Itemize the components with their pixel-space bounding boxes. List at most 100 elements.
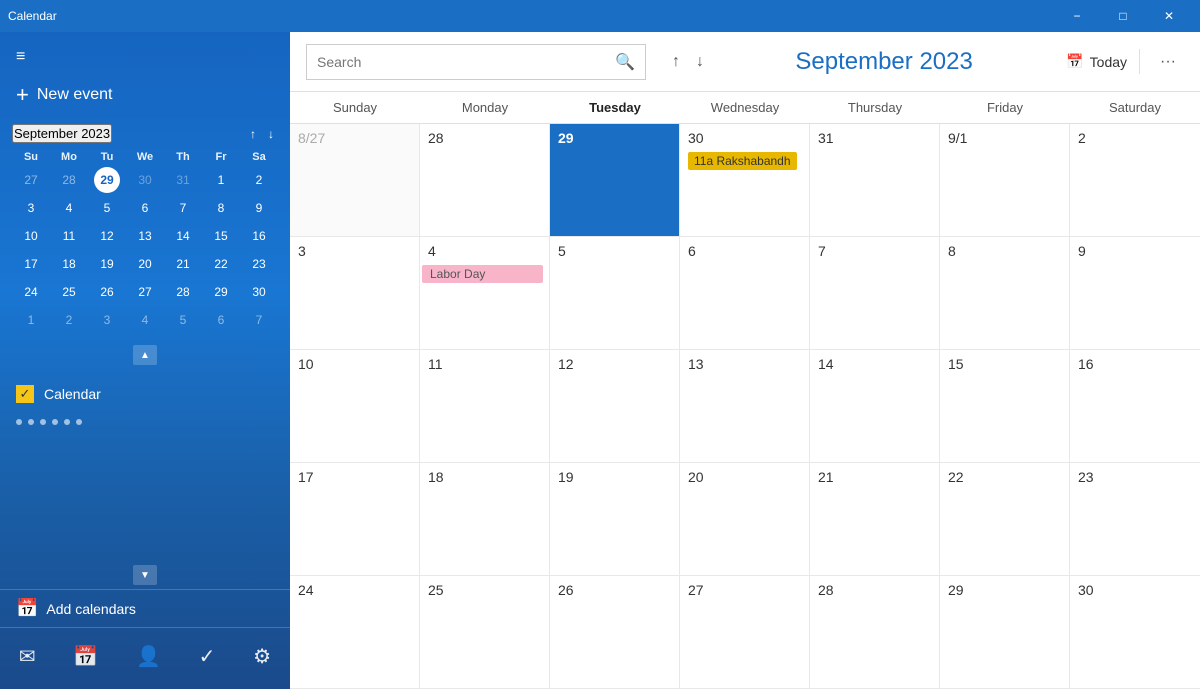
- mini-day[interactable]: 9: [246, 195, 272, 221]
- mini-prev-button[interactable]: ↑: [246, 125, 260, 143]
- cal-cell-30[interactable]: 30 11a Rakshabandh: [680, 124, 810, 237]
- cal-cell-21[interactable]: 21: [810, 463, 940, 576]
- mini-day[interactable]: 1: [208, 167, 234, 193]
- mini-day[interactable]: 19: [94, 251, 120, 277]
- mini-day[interactable]: 31: [170, 167, 196, 193]
- cal-cell-26[interactable]: 26: [550, 576, 680, 689]
- mini-next-button[interactable]: ↓: [264, 125, 278, 143]
- calendar-item[interactable]: ✓ Calendar: [16, 381, 274, 407]
- close-button[interactable]: ✕: [1146, 0, 1192, 32]
- mini-day[interactable]: 3: [18, 195, 44, 221]
- mini-day[interactable]: 21: [170, 251, 196, 277]
- mini-day[interactable]: 1: [18, 307, 44, 333]
- maximize-button[interactable]: □: [1100, 0, 1146, 32]
- mini-day[interactable]: 7: [170, 195, 196, 221]
- new-event-button[interactable]: + New event: [0, 74, 290, 116]
- cal-cell-13[interactable]: 13: [680, 350, 810, 463]
- mini-day[interactable]: 6: [132, 195, 158, 221]
- mini-day[interactable]: 23: [246, 251, 272, 277]
- cal-cell-8[interactable]: 8: [940, 237, 1070, 350]
- cal-cell-11[interactable]: 11: [420, 350, 550, 463]
- mini-day[interactable]: 25: [56, 279, 82, 305]
- mini-day[interactable]: 5: [170, 307, 196, 333]
- cal-cell-3[interactable]: 3: [290, 237, 420, 350]
- minimize-button[interactable]: −: [1054, 0, 1100, 32]
- cal-cell-23[interactable]: 23: [1070, 463, 1200, 576]
- settings-nav-button[interactable]: ⚙: [245, 636, 279, 677]
- cal-cell-14[interactable]: 14: [810, 350, 940, 463]
- mini-day[interactable]: 6: [208, 307, 234, 333]
- cal-cell-5[interactable]: 5: [550, 237, 680, 350]
- mini-day[interactable]: 17: [18, 251, 44, 277]
- next-month-button[interactable]: ↓: [690, 49, 710, 75]
- mini-day[interactable]: 12: [94, 223, 120, 249]
- cal-cell-10[interactable]: 10: [290, 350, 420, 463]
- scroll-down-button[interactable]: ▼: [133, 565, 157, 585]
- cal-cell-27[interactable]: 27: [680, 576, 810, 689]
- cal-cell-25[interactable]: 25: [420, 576, 550, 689]
- mini-day[interactable]: 3: [94, 307, 120, 333]
- cal-cell-20[interactable]: 20: [680, 463, 810, 576]
- people-nav-button[interactable]: 👤: [128, 636, 169, 677]
- cal-cell-2[interactable]: 2: [1070, 124, 1200, 237]
- mini-day-selected[interactable]: 29: [94, 167, 120, 193]
- cal-cell-22[interactable]: 22: [940, 463, 1070, 576]
- laborday-event[interactable]: Labor Day: [422, 265, 543, 283]
- mini-day[interactable]: 4: [132, 307, 158, 333]
- mini-day[interactable]: 18: [56, 251, 82, 277]
- cal-cell-17[interactable]: 17: [290, 463, 420, 576]
- mini-day[interactable]: 24: [18, 279, 44, 305]
- cal-cell-12[interactable]: 12: [550, 350, 680, 463]
- mini-day[interactable]: 20: [132, 251, 158, 277]
- mini-day[interactable]: 28: [56, 167, 82, 193]
- cal-cell-29-today[interactable]: 29: [550, 124, 680, 237]
- add-calendar-button[interactable]: 📅 Add calendars: [0, 589, 290, 627]
- mini-day[interactable]: 30: [132, 167, 158, 193]
- scroll-up-button[interactable]: ▲: [133, 345, 157, 365]
- mini-day[interactable]: 10: [18, 223, 44, 249]
- mini-day[interactable]: 22: [208, 251, 234, 277]
- mini-day[interactable]: 28: [170, 279, 196, 305]
- mini-day[interactable]: 29: [208, 279, 234, 305]
- mail-nav-button[interactable]: ✉: [11, 636, 44, 677]
- search-button[interactable]: 🔍: [615, 52, 635, 72]
- calendar-checkbox[interactable]: ✓: [16, 385, 34, 403]
- cal-cell-24[interactable]: 24: [290, 576, 420, 689]
- mini-day[interactable]: 26: [94, 279, 120, 305]
- prev-month-button[interactable]: ↑: [666, 49, 686, 75]
- search-input[interactable]: [317, 54, 615, 70]
- cal-cell-28-sep[interactable]: 28: [810, 576, 940, 689]
- cal-cell-827[interactable]: 8/27: [290, 124, 420, 237]
- calendar-nav-button[interactable]: 📅: [65, 636, 106, 677]
- mini-day[interactable]: 14: [170, 223, 196, 249]
- cal-cell-19[interactable]: 19: [550, 463, 680, 576]
- mini-day[interactable]: 16: [246, 223, 272, 249]
- cal-cell-7[interactable]: 7: [810, 237, 940, 350]
- more-options-button[interactable]: ···: [1152, 49, 1184, 75]
- mini-day[interactable]: 15: [208, 223, 234, 249]
- cal-cell-4[interactable]: 4 Labor Day: [420, 237, 550, 350]
- cal-cell-16[interactable]: 16: [1070, 350, 1200, 463]
- mini-day[interactable]: 30: [246, 279, 272, 305]
- cal-cell-28[interactable]: 28: [420, 124, 550, 237]
- mini-day[interactable]: 8: [208, 195, 234, 221]
- cal-cell-15[interactable]: 15: [940, 350, 1070, 463]
- cal-cell-91[interactable]: 9/1: [940, 124, 1070, 237]
- mini-day[interactable]: 7: [246, 307, 272, 333]
- mini-calendar-title[interactable]: September 2023: [12, 124, 112, 143]
- cal-cell-9[interactable]: 9: [1070, 237, 1200, 350]
- today-button[interactable]: 📅 Today: [1058, 49, 1140, 74]
- mini-day[interactable]: 2: [56, 307, 82, 333]
- mini-day[interactable]: 2: [246, 167, 272, 193]
- rakshabandhan-event[interactable]: 11a Rakshabandh: [688, 152, 797, 170]
- cal-cell-30-sep[interactable]: 30: [1070, 576, 1200, 689]
- mini-day[interactable]: 4: [56, 195, 82, 221]
- cal-cell-18[interactable]: 18: [420, 463, 550, 576]
- mini-day[interactable]: 13: [132, 223, 158, 249]
- hamburger-button[interactable]: ≡: [0, 40, 41, 74]
- mini-day[interactable]: 11: [56, 223, 82, 249]
- tasks-nav-button[interactable]: ✓: [191, 636, 224, 677]
- mini-day[interactable]: 5: [94, 195, 120, 221]
- mini-day[interactable]: 27: [132, 279, 158, 305]
- cal-cell-31[interactable]: 31: [810, 124, 940, 237]
